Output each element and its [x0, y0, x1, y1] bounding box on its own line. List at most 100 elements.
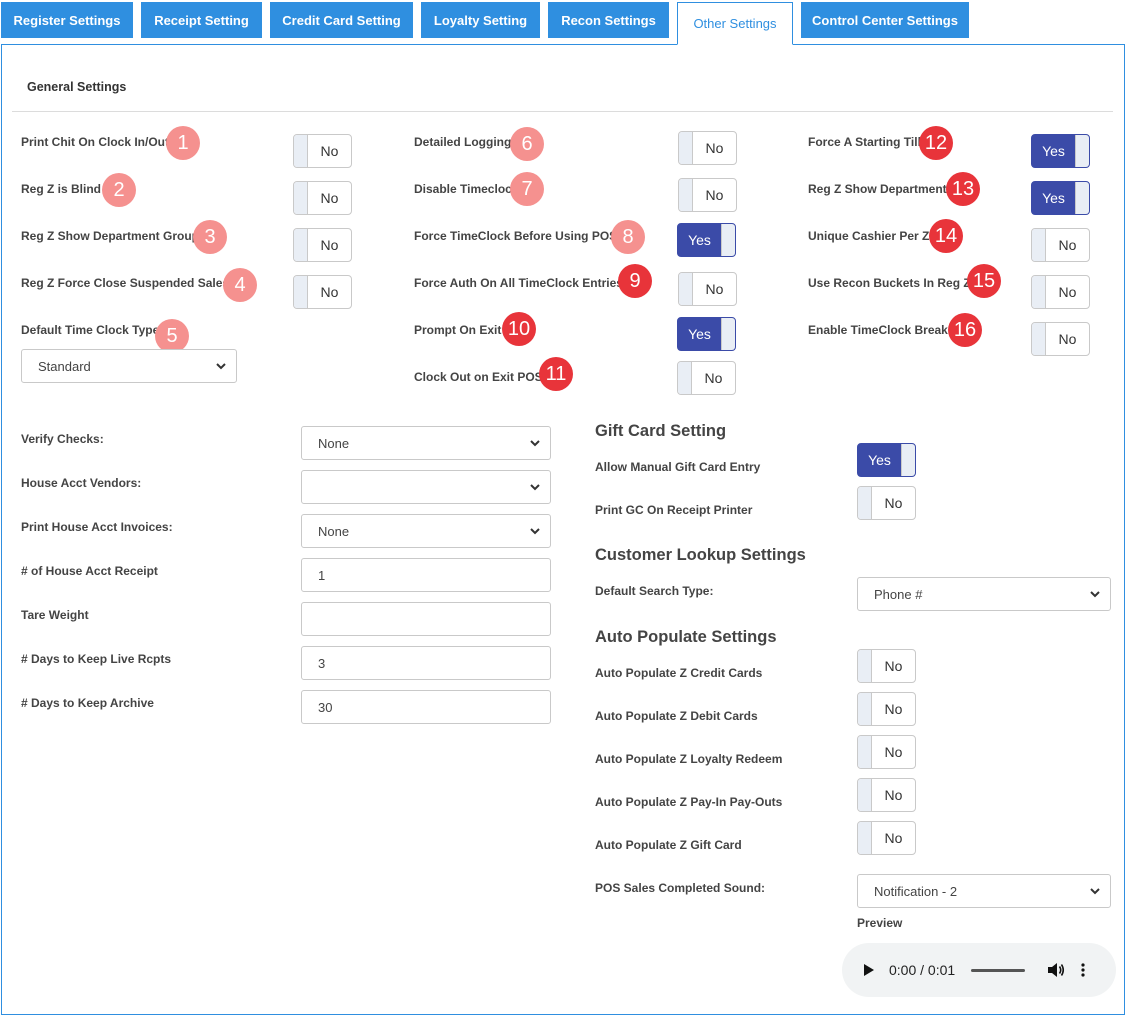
tab-other-settings[interactable]: Other Settings [677, 2, 793, 45]
toggle-reg-z-dept-group[interactable]: No [293, 228, 352, 262]
toggle-reg-z-blind[interactable]: No [293, 181, 352, 215]
toggle-auto-debit-cards[interactable]: No [857, 692, 916, 726]
chevron-down-icon [1090, 591, 1100, 598]
label-enable-timeclock-break: Enable TimeClock Break [808, 323, 948, 337]
label-auto-credit-cards: Auto Populate Z Credit Cards [595, 666, 763, 680]
pos-sales-sound-select[interactable]: Notification - 2 [857, 874, 1111, 908]
chevron-down-icon [530, 528, 540, 535]
toggle-auto-loyalty-redeem[interactable]: No [857, 735, 916, 769]
toggle-prompt-on-exit[interactable]: Yes [677, 317, 736, 351]
chevron-down-icon [530, 440, 540, 447]
label-tare-weight: Tare Weight [21, 608, 89, 622]
toggle-disable-timeclock[interactable]: No [678, 178, 737, 212]
toggle-detailed-logging[interactable]: No [678, 131, 737, 165]
label-reg-z-dept-group: Reg Z Show Department Group [21, 229, 200, 243]
label-detailed-logging: Detailed Logging [414, 135, 512, 149]
divider [12, 111, 1113, 112]
toggle-value: No [1058, 331, 1077, 347]
toggle-value: Yes [1042, 190, 1065, 206]
callout-badge-14: 14 [929, 219, 963, 253]
days-live-rcpts-input[interactable]: 3 [301, 646, 551, 680]
label-print-gc-receipt: Print GC On Receipt Printer [595, 503, 753, 517]
toggle-value: Yes [1042, 143, 1065, 159]
customer-lookup-title: Customer Lookup Settings [595, 546, 806, 564]
audio-progress-bar[interactable] [971, 968, 1026, 972]
tab-credit-card-setting[interactable]: Credit Card Setting [270, 2, 413, 38]
callout-badge-10: 10 [502, 312, 536, 346]
label-auto-pay-in-pay-outs: Auto Populate Z Pay-In Pay-Outs [595, 795, 783, 809]
toggle-reg-z-show-dept[interactable]: Yes [1031, 181, 1090, 215]
toggle-value: No [705, 281, 724, 297]
toggle-recon-buckets[interactable]: No [1031, 275, 1090, 309]
label-force-timeclock: Force TimeClock Before Using POS [414, 229, 618, 243]
toggle-force-starting-till[interactable]: Yes [1031, 134, 1090, 168]
label-reg-z-blind: Reg Z is Blind [21, 182, 102, 196]
toggle-reg-z-force-close[interactable]: No [293, 275, 352, 309]
verify-checks-select[interactable]: None [301, 426, 551, 460]
chevron-down-icon [1090, 888, 1100, 895]
label-preview: Preview [857, 916, 903, 930]
tab-register-settings[interactable]: Register Settings [1, 2, 133, 38]
toggle-auto-pay-in-pay-outs[interactable]: No [857, 778, 916, 812]
house-acct-vendors-select[interactable] [301, 470, 551, 504]
tab-control-center-settings[interactable]: Control Center Settings [801, 2, 969, 38]
toggle-value: No [884, 658, 903, 674]
label-reg-z-force-close: Reg Z Force Close Suspended Sales [21, 276, 230, 290]
label-allow-manual-gift-card: Allow Manual Gift Card Entry [595, 460, 761, 474]
toggle-auto-gift-card[interactable]: No [857, 821, 916, 855]
toggle-force-timeclock[interactable]: Yes [677, 223, 736, 257]
label-default-time-clock-type: Default Time Clock Type [21, 323, 160, 337]
toggle-unique-cashier[interactable]: No [1031, 228, 1090, 262]
label-pos-sales-sound: POS Sales Completed Sound: [595, 881, 766, 895]
play-icon[interactable] [863, 963, 875, 977]
toggle-clock-out-exit[interactable]: No [677, 361, 736, 395]
toggle-value: No [320, 190, 339, 206]
time-clock-type-select[interactable]: Standard [21, 349, 237, 383]
label-unique-cashier: Unique Cashier Per Z [808, 229, 930, 243]
label-default-search-type: Default Search Type: [595, 584, 714, 598]
tab-recon-settings[interactable]: Recon Settings [548, 2, 669, 38]
toggle-print-gc-receipt[interactable]: No [857, 486, 916, 520]
callout-badge-3: 3 [193, 220, 227, 254]
label-recon-buckets: Use Recon Buckets In Reg Z [808, 276, 971, 290]
callout-badge-7: 7 [510, 172, 544, 206]
label-days-live-rcpts: # Days to Keep Live Rcpts [21, 652, 172, 666]
toggle-value: Yes [688, 326, 711, 342]
callout-badge-15: 15 [967, 264, 1001, 298]
label-auto-loyalty-redeem: Auto Populate Z Loyalty Redeem [595, 752, 783, 766]
days-archive-input[interactable]: 30 [301, 690, 551, 724]
gift-card-title: Gift Card Setting [595, 422, 727, 440]
house-acct-receipt-input[interactable]: 1 [301, 558, 551, 592]
more-options-icon[interactable] [1081, 963, 1085, 977]
settings-tabs: Register Settings Receipt Setting Credit… [0, 0, 1127, 45]
tab-receipt-setting[interactable]: Receipt Setting [141, 2, 262, 38]
callout-badge-16: 16 [948, 313, 982, 347]
toggle-force-auth[interactable]: No [678, 272, 737, 306]
callout-badge-9: 9 [618, 264, 652, 298]
label-house-acct-vendors: House Acct Vendors: [21, 476, 142, 490]
toggle-enable-timeclock-break[interactable]: No [1031, 322, 1090, 356]
toggle-allow-manual-gift-card[interactable]: Yes [857, 443, 916, 477]
toggle-value: No [320, 237, 339, 253]
chevron-down-icon [530, 484, 540, 491]
label-verify-checks: Verify Checks: [21, 432, 104, 446]
volume-icon[interactable] [1047, 962, 1065, 978]
toggle-print-chit[interactable]: No [293, 134, 352, 168]
auto-populate-title: Auto Populate Settings [595, 628, 777, 646]
label-reg-z-show-dept: Reg Z Show Department [808, 182, 947, 196]
print-house-acct-invoices-select[interactable]: None [301, 514, 551, 548]
select-value: Phone # [874, 586, 923, 602]
default-search-type-select[interactable]: Phone # [857, 577, 1111, 611]
label-force-auth: Force Auth On All TimeClock Entries [414, 276, 623, 290]
toggle-value: No [884, 830, 903, 846]
toggle-value: No [705, 187, 724, 203]
label-force-starting-till: Force A Starting Till [808, 135, 921, 149]
toggle-value: No [884, 701, 903, 717]
label-clock-out-exit: Clock Out on Exit POS [414, 370, 543, 384]
toggle-auto-credit-cards[interactable]: No [857, 649, 916, 683]
toggle-value: No [1058, 237, 1077, 253]
tab-loyalty-setting[interactable]: Loyalty Setting [421, 2, 540, 38]
tare-weight-input[interactable] [301, 602, 551, 636]
audio-player: 0:00 / 0:01 [842, 943, 1116, 997]
label-auto-gift-card: Auto Populate Z Gift Card [595, 838, 742, 852]
